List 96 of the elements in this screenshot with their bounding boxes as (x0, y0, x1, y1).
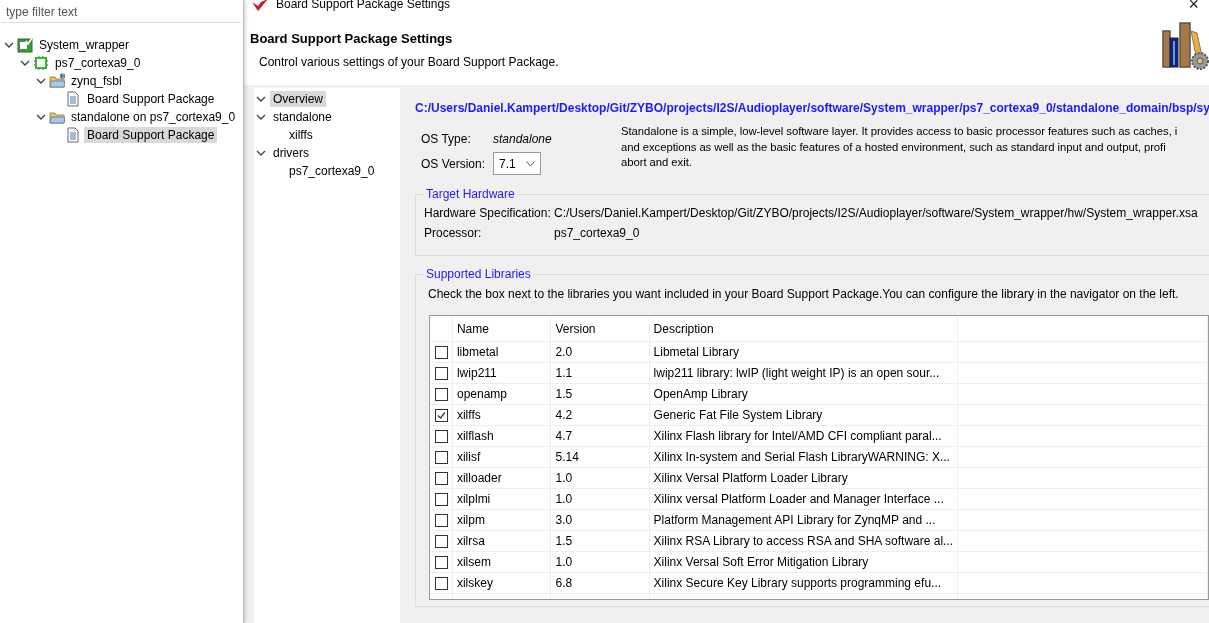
table-cell: xilsem (452, 551, 551, 573)
document-icon (65, 91, 81, 107)
chip-icon (33, 55, 49, 71)
table-cell: xilrsa (452, 530, 551, 552)
chevron-down-icon[interactable] (256, 112, 266, 122)
table-cell: Xilinx versal Platform Loader and Manager Interface ... (649, 488, 958, 510)
table-cell: 1.1 (550, 362, 650, 384)
description-text: Standalone is a simple, low-level software layer. It provides access to basic processor features such as caches, i (621, 124, 1178, 139)
chevron-down-icon[interactable] (256, 148, 266, 158)
tree-item[interactable]: System_wrapper (36, 37, 133, 53)
checkbox[interactable] (435, 429, 448, 443)
table-cell: Libmetal Library (649, 341, 958, 363)
table-cell: 4.2 (550, 404, 650, 426)
chevron-down-icon[interactable] (256, 94, 266, 104)
table-cell: Xilinx Versal Soft Error Mitigation Library (649, 551, 958, 573)
folder-icon (49, 73, 65, 89)
checkbox[interactable] (435, 576, 448, 590)
tree-item[interactable]: Board Support Package (84, 91, 218, 107)
checkbox[interactable] (435, 408, 448, 422)
folder-icon (49, 109, 65, 125)
chevron-down-icon[interactable] (20, 58, 30, 68)
group-title: Supported Libraries (424, 267, 533, 281)
column-header[interactable]: Name (452, 316, 551, 342)
table-cell: xilpm (452, 509, 551, 531)
chevron-down-icon (525, 160, 535, 167)
table-cell: xilisf (452, 446, 551, 468)
table-cell: openamp (452, 383, 551, 405)
table-cell: xilskey (452, 572, 551, 594)
table-cell: 1.5 (550, 383, 650, 405)
table-cell: Xilinx RSA Library to access RSA and SHA software al... (649, 530, 958, 552)
close-button[interactable]: × (1184, 0, 1203, 14)
field-label: Hardware Specification: (424, 206, 552, 220)
table-cell: xilflash (452, 425, 551, 447)
chevron-down-icon[interactable] (36, 112, 46, 122)
description-text: abort and exit. (621, 155, 693, 170)
table-cell: 2.0 (550, 341, 650, 363)
field-label: Processor: (424, 226, 483, 240)
os-version-dropdown[interactable]: 7.1 (493, 152, 541, 175)
chevron-down-icon[interactable] (36, 76, 46, 86)
checkbox[interactable] (435, 345, 448, 359)
os-version-label: OS Version: (421, 156, 487, 171)
app-logo-icon (252, 0, 268, 11)
checkbox[interactable] (435, 513, 448, 527)
project-icon (17, 37, 33, 53)
checkbox[interactable] (435, 387, 448, 401)
column-header[interactable]: Version (550, 316, 650, 342)
table-cell: 3.0 (550, 509, 650, 531)
tree-item[interactable]: ps7_cortexa9_0 (52, 55, 144, 71)
checkbox[interactable] (435, 555, 448, 569)
books-gear-icon (1161, 21, 1209, 71)
table-cell: Platform Management API Library for ZynqMP and ... (649, 509, 958, 531)
os-type-label: OS Type: (421, 131, 472, 146)
table-cell: Xilinx Secure Key Library supports programming efu... (649, 572, 958, 594)
table-cell: 1.0 (550, 467, 650, 489)
tree-item[interactable]: standalone on ps7_cortexa9_0 (68, 109, 239, 125)
table-cell: Xilinx Flash library for Intel/AMD CFI compliant paral... (649, 425, 958, 447)
checkbox[interactable] (435, 534, 448, 548)
tree-item[interactable]: standalone (270, 109, 335, 125)
table-cell: libmetal (452, 341, 551, 363)
os-type-value: standalone (493, 131, 552, 146)
chevron-down-icon[interactable] (4, 40, 14, 50)
field-value: ps7_cortexa9_0 (554, 226, 640, 240)
instruction-text: Check the box next to the libraries you want included in your Board Support Package.You can configure the library in the navigator on the left. (428, 287, 1180, 301)
table-cell: Xilinx Versal Platform Loader Library (649, 467, 958, 489)
checkbox[interactable] (435, 471, 448, 485)
tree-item[interactable]: drivers (270, 145, 312, 161)
checkbox[interactable] (435, 492, 448, 506)
table-cell: xilffs (452, 404, 551, 426)
document-icon (65, 127, 81, 143)
table-cell: OpenAmp Library (649, 383, 958, 405)
header-subtitle: Control various settings of your Board Support Package. (259, 55, 559, 69)
header-title: Board Support Package Settings (250, 31, 454, 46)
tree-item[interactable]: xilffs (286, 127, 316, 143)
table-cell: Xilinx In-system and Serial Flash LibraryWARNING: X... (649, 446, 958, 468)
checkbox[interactable] (435, 366, 448, 380)
table-cell: xilloader (452, 467, 551, 489)
table-cell: xilplmi (452, 488, 551, 510)
table-cell: Generic Fat File System Library (649, 404, 958, 426)
group-title: Target Hardware (424, 187, 517, 201)
table-cell: 4.7 (550, 425, 650, 447)
tree-item[interactable]: zynq_fsbl (68, 73, 125, 89)
tree-item[interactable]: Board Support Package (84, 127, 218, 143)
table-cell: 1.0 (550, 551, 650, 573)
table-cell: lwip211 library: lwIP (light weight IP) is an open sour... (649, 362, 958, 384)
column-header[interactable]: Description (649, 316, 958, 342)
bsp-path-link[interactable]: C:/Users/Daniel.Kampert/Desktop/Git/ZYBO/projects/I2S/Audioplayer/software/System_wrapper/ps7_cortexa9_0/standalone_domain/bsp/sy (415, 101, 1209, 115)
checkbox[interactable] (435, 450, 448, 464)
table-cell: lwip211 (452, 362, 551, 384)
tree-item[interactable]: Overview (270, 91, 326, 107)
table-cell: 6.8 (550, 572, 650, 594)
tree-item[interactable]: ps7_cortexa9_0 (286, 163, 378, 179)
description-text: and exceptions as well as the basic features of a hosted environment, such as standard input and output, profi (621, 139, 1167, 155)
table-cell: 1.0 (550, 488, 650, 510)
field-value: C:/Users/Daniel.Kampert/Desktop/Git/ZYBO/projects/I2S/Audioplayer/software/System_wrapper/hw/System_wrapper.xsa (554, 206, 1198, 220)
table-cell: 5.14 (550, 446, 650, 468)
table-cell: 1.5 (550, 530, 650, 552)
